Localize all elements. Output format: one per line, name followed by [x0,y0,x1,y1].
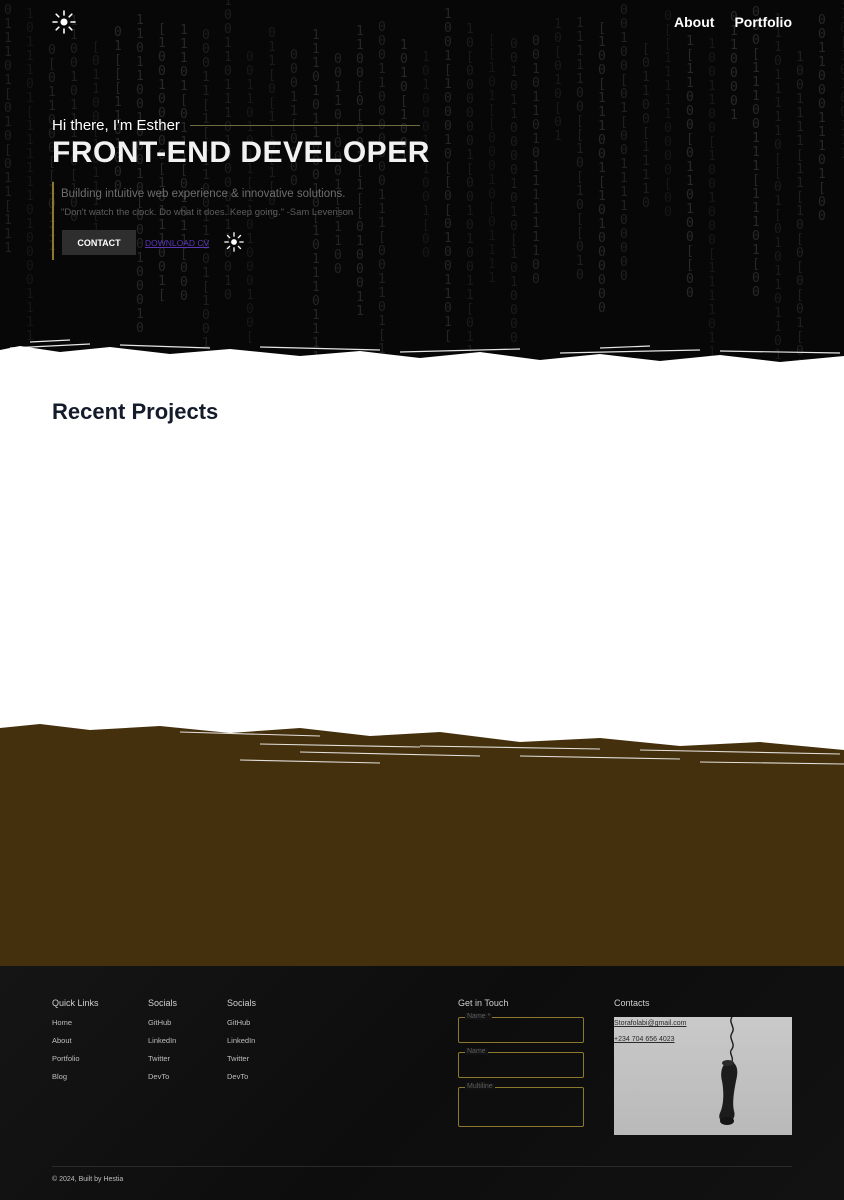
download-cv-link[interactable]: DOWNLOAD CV [145,238,209,248]
brown-section [0,784,844,968]
email-link[interactable]: Storafolabi@gmail.com [614,1020,686,1027]
footer-divider [52,1166,792,1167]
matrix-code-background: 0 1 1 1 0 1 [ 0 1 0 [ 0 1 1 [ 1 1 1 1 0 … [4,0,844,360]
field-label: Name * [465,1013,493,1020]
name-field[interactable]: Name [458,1048,584,1078]
footer-link-home[interactable]: Home [52,1018,99,1027]
socials-column-1: Socials GitHub LinkedIn Twitter DevTo [148,998,177,1090]
recent-projects-title: Recent Projects [52,399,219,424]
nav-about[interactable]: About [674,14,714,30]
sun-icon [224,232,244,252]
footer-link-portfolio[interactable]: Portfolio [52,1054,99,1063]
copyright-text: © 2024, Built by Hestia [52,1176,124,1183]
hero-quote: "Don't watch the clock. Do what it does.… [61,207,354,218]
field-label: Name [465,1048,488,1055]
social-link-devto[interactable]: DevTo [227,1072,256,1081]
footer-link-about[interactable]: About [52,1036,99,1045]
multiline-field[interactable]: Multiline [458,1083,584,1127]
contacts-heading: Contacts [614,998,650,1008]
social-link-github[interactable]: GitHub [148,1018,177,1027]
social-link-github[interactable]: GitHub [227,1018,256,1027]
social-link-twitter[interactable]: Twitter [227,1054,256,1063]
socials-column-2: Socials GitHub LinkedIn Twitter DevTo [227,998,256,1090]
brush-stroke-divider [0,339,844,400]
footer-link-blog[interactable]: Blog [52,1072,99,1081]
quick-links-column: Quick Links Home About Portfolio Blog [52,998,99,1090]
sun-icon[interactable] [52,10,76,34]
social-link-linkedin[interactable]: LinkedIn [227,1036,256,1045]
hero-accent-bar [52,182,54,260]
greeting-divider [190,125,420,126]
telephone-receiver-icon [719,1017,738,1125]
hero-section: 0 1 1 1 0 1 [ 0 1 0 [ 0 1 1 [ 1 1 1 1 0 … [0,0,844,400]
socials-heading: Socials [148,998,178,1008]
brush-stroke-divider [0,724,844,786]
hero-title: FRONT-END DEVELOPER [52,136,430,169]
hero-tagline: Building intuitive web experience & inno… [61,188,346,200]
socials-heading: Socials [227,998,257,1008]
name-required-field[interactable]: Name * [458,1013,584,1043]
contact-button[interactable]: CONTACT [62,230,136,255]
field-label: Multiline [465,1083,495,1090]
quick-links-heading: Quick Links [52,998,99,1008]
phone-image: Storafolabi@gmail.com +234 704 656 4023 [614,1017,792,1135]
phone-link[interactable]: +234 704 656 4023 [614,1036,675,1043]
social-link-linkedin[interactable]: LinkedIn [148,1036,177,1045]
main-nav: About Portfolio [674,14,792,30]
get-in-touch-heading: Get in Touch [458,998,509,1008]
nav-portfolio[interactable]: Portfolio [734,14,792,30]
social-link-devto[interactable]: DevTo [148,1072,177,1081]
footer: Quick Links Home About Portfolio Blog So… [0,966,844,1200]
hero-greeting: Hi there, I'm Esther [52,117,180,134]
social-link-twitter[interactable]: Twitter [148,1054,177,1063]
